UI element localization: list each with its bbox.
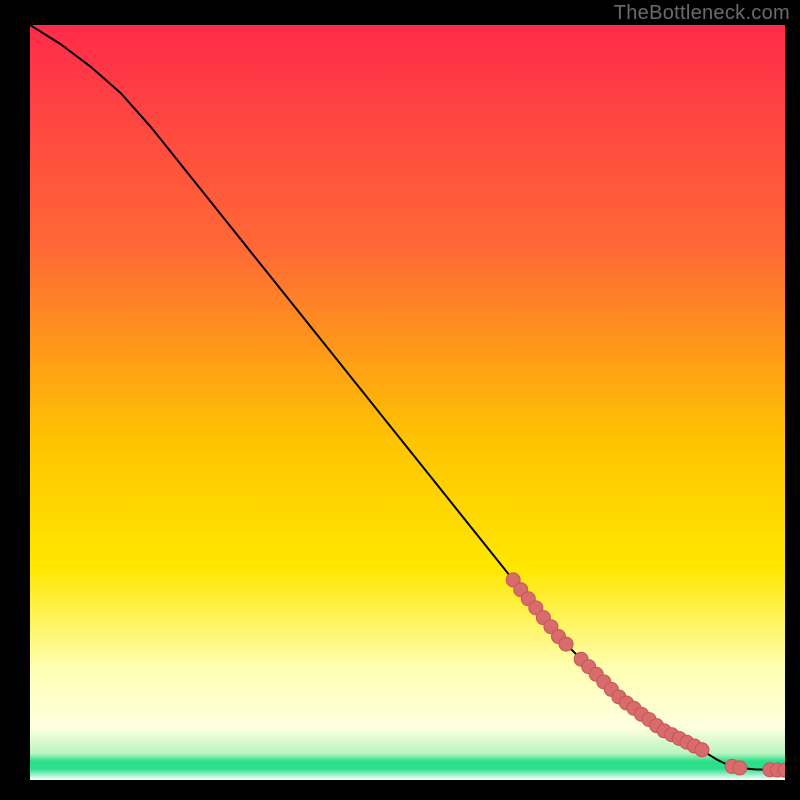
data-marker (559, 637, 573, 651)
data-marker (695, 743, 709, 757)
chart-frame: TheBottleneck.com (0, 0, 800, 800)
watermark-text: TheBottleneck.com (614, 2, 790, 25)
chart-svg (30, 25, 785, 780)
gradient-backdrop (30, 25, 785, 780)
plot-area (30, 25, 785, 780)
data-marker (733, 761, 747, 775)
